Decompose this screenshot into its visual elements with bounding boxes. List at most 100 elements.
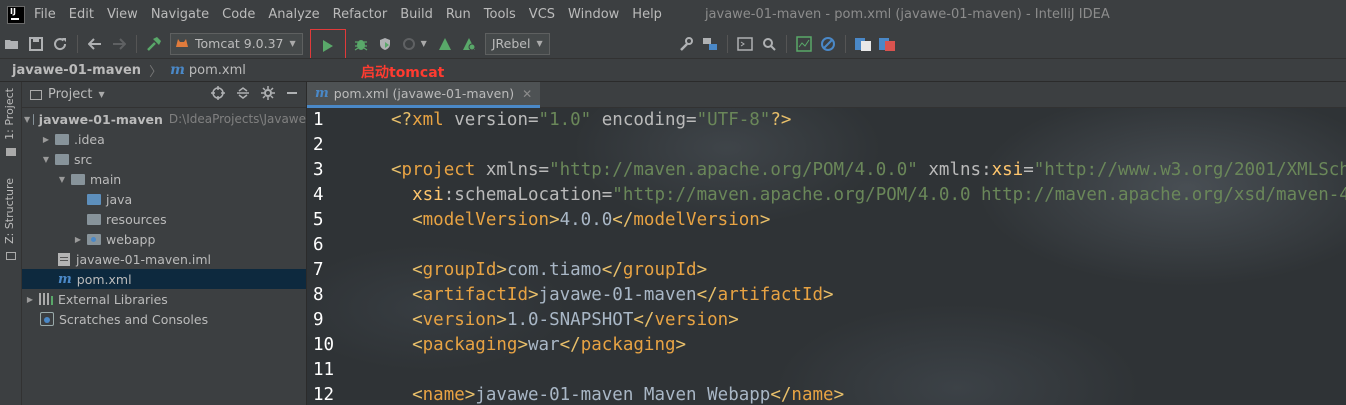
tree-item-src[interactable]: ▼ src (22, 149, 306, 169)
iml-file-icon (58, 252, 70, 266)
code-token: 4.0.0 (559, 210, 613, 230)
menu-analyze[interactable]: Analyze (268, 7, 319, 22)
build-hammer-icon[interactable] (146, 36, 162, 52)
open-folder-icon[interactable] (4, 36, 20, 52)
tree-item-idea[interactable]: ▶ .idea (22, 129, 306, 149)
code-token: > (527, 285, 539, 305)
expanded-arrow-icon[interactable]: ▼ (24, 115, 30, 124)
tree-item-external-libraries[interactable]: ▶ External Libraries (22, 289, 306, 309)
tree-item-resources[interactable]: resources (22, 209, 306, 229)
code-token: xml (412, 110, 444, 130)
code-token: name (791, 385, 834, 405)
expanded-arrow-icon[interactable]: ▼ (56, 175, 68, 184)
tree-item-webapp[interactable]: ▶ webapp (22, 229, 306, 249)
project-panel-header: Project ▼ (22, 82, 306, 108)
chevron-down-icon[interactable]: ▼ (98, 90, 104, 99)
code-editor[interactable]: <?xml version="1.0" encoding="UTF-8"?> <… (391, 108, 1346, 405)
editor-tab-pom[interactable]: m pom.xml (javawe-01-maven) ✕ (307, 82, 541, 108)
menu-code[interactable]: Code (222, 7, 255, 22)
collapsed-arrow-icon[interactable]: ▶ (40, 135, 52, 144)
run-configuration-dropdown[interactable]: Tomcat 9.0.37 ▼ (170, 32, 303, 55)
code-token: > (759, 210, 771, 230)
run-play-icon (322, 39, 333, 52)
tree-item-java[interactable]: java (22, 189, 306, 209)
tree-item-main[interactable]: ▼ main (22, 169, 306, 189)
maven-file-icon: m (58, 271, 72, 287)
collapsed-arrow-icon[interactable]: ▶ (72, 235, 84, 244)
debug-bug-icon[interactable] (353, 36, 369, 52)
expanded-arrow-icon[interactable]: ▼ (40, 155, 52, 164)
menu-build[interactable]: Build (400, 7, 433, 22)
hide-panel-icon[interactable] (286, 87, 298, 103)
maven-file-icon: m (170, 62, 185, 78)
menu-run[interactable]: Run (446, 7, 471, 22)
code-token: javawe-01-maven (538, 285, 697, 305)
tomcat-icon (175, 36, 189, 51)
terminal-window-icon[interactable] (736, 36, 753, 52)
project-tool-tab[interactable]: 1: Project (3, 88, 16, 140)
folder-icon (55, 133, 69, 145)
menu-file[interactable]: File (34, 7, 56, 22)
code-token: </ (601, 260, 623, 280)
jrebel-debug-icon[interactable] (461, 36, 477, 52)
line-number: 4 (313, 185, 324, 205)
folder-icon (55, 153, 69, 165)
collapse-all-icon[interactable] (236, 86, 250, 104)
search-everywhere-icon[interactable] (761, 36, 777, 52)
close-tab-icon[interactable]: ✕ (522, 87, 532, 101)
tree-item-project-root[interactable]: ▼ javawe-01-maven D:\IdeaProjects\Javawe (22, 109, 306, 129)
tree-item-iml[interactable]: javawe-01-maven.iml (22, 249, 306, 269)
menu-vcs[interactable]: VCS (529, 7, 555, 22)
code-token: schemaLocation (454, 185, 602, 205)
coverage-shield-icon[interactable] (377, 36, 393, 52)
no-entry-icon[interactable] (820, 36, 836, 52)
jrebel-run-icon[interactable] (437, 36, 453, 52)
back-arrow-icon[interactable] (87, 36, 103, 52)
project-structure-icon[interactable] (702, 36, 718, 52)
code-token: "http://maven.apache.org/POM/4.0.0 http:… (612, 185, 1346, 205)
collapsed-arrow-icon[interactable]: ▶ (24, 295, 36, 304)
menu-help[interactable]: Help (632, 7, 662, 22)
code-token: > (464, 385, 476, 405)
gear-icon[interactable] (261, 85, 275, 104)
code-token: 1.0-SNAPSHOT (506, 310, 634, 330)
structure-tool-tab[interactable]: Z: Structure (3, 178, 16, 244)
menu-refactor[interactable]: Refactor (333, 7, 388, 22)
statistic-chart-icon[interactable] (795, 35, 812, 52)
menu-tools[interactable]: Tools (484, 7, 516, 22)
web-folder-icon (87, 233, 101, 245)
code-token: modelVersion (422, 210, 550, 230)
code-token: > (833, 385, 845, 405)
project-view-selector[interactable]: Project (48, 87, 92, 102)
translate-settings-icon[interactable] (878, 36, 895, 52)
breadcrumb-file[interactable]: pom.xml (189, 63, 246, 78)
locate-target-icon[interactable] (211, 85, 225, 104)
menu-navigate[interactable]: Navigate (151, 7, 209, 22)
more-run-options-chevron-icon[interactable]: ▼ (421, 39, 427, 48)
menu-window[interactable]: Window (568, 7, 619, 22)
code-token: = (686, 110, 697, 130)
tree-item-scratches[interactable]: Scratches and Consoles (22, 309, 306, 329)
synchronize-icon[interactable] (52, 36, 68, 52)
code-token: < (412, 210, 423, 230)
tree-item-pom[interactable]: m pom.xml (22, 269, 306, 289)
profile-icon[interactable] (401, 36, 417, 52)
code-token: name (422, 385, 465, 405)
folder-icon (71, 173, 85, 185)
code-token: > (496, 260, 507, 280)
tree-item-label: src (74, 151, 93, 167)
translate-google-icon[interactable] (854, 36, 871, 52)
jrebel-label: JRebel (491, 36, 531, 51)
code-token: < (412, 285, 423, 305)
code-token: > (549, 210, 560, 230)
jrebel-dropdown[interactable]: JRebel ▼ (484, 32, 550, 55)
project-tool-window: Project ▼ ▼ javawe-01-maven D:\IdeaProje… (22, 82, 307, 405)
save-all-icon[interactable] (28, 36, 44, 52)
menu-edit[interactable]: Edit (69, 7, 94, 22)
menu-view[interactable]: View (107, 7, 138, 22)
wrench-settings-icon[interactable] (678, 36, 694, 52)
forward-arrow-icon[interactable] (111, 36, 127, 52)
code-token: artifactId (717, 285, 824, 305)
code-token: </ (612, 210, 634, 230)
breadcrumb-project[interactable]: javawe-01-maven (12, 63, 141, 78)
